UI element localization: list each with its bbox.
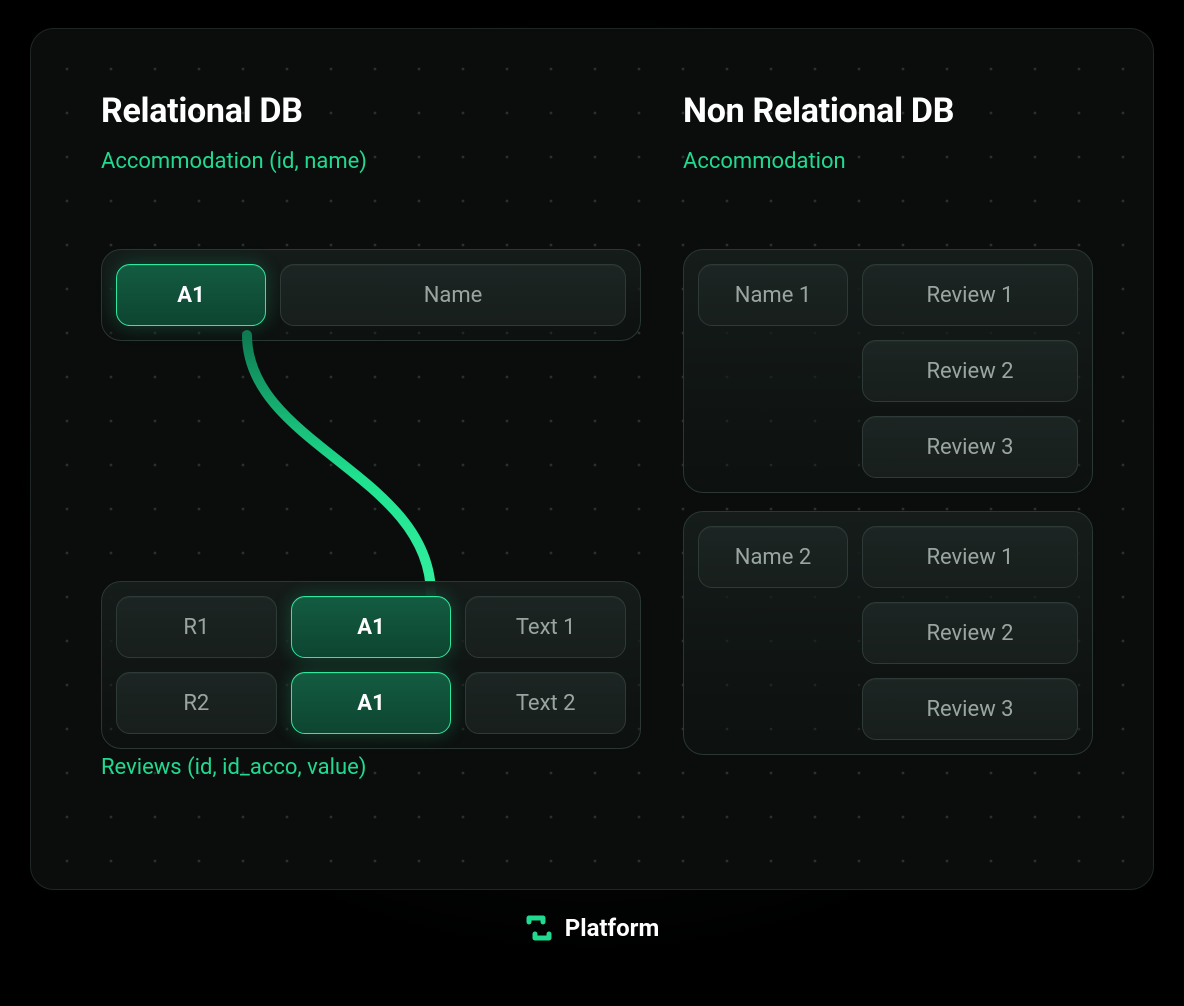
review-acco-cell: A1 [291, 596, 452, 658]
document-reviews-stack: Review 1 Review 2 Review 3 [862, 526, 1078, 740]
document-review-cell: Review 3 [862, 416, 1078, 478]
document-reviews-stack: Review 1 Review 2 Review 3 [862, 264, 1078, 478]
accommodation-id-cell: A1 [116, 264, 266, 326]
review-row: R1 A1 Text 1 [116, 596, 626, 658]
document-review-cell: Review 2 [862, 340, 1078, 402]
document-name-cell: Name 1 [698, 264, 848, 326]
relation-connector [231, 335, 531, 605]
review-row: R2 A1 Text 2 [116, 672, 626, 734]
nonrelational-section: Non Relational DB Accommodation Name 1 R… [683, 91, 1113, 196]
accommodation-table-label: Accommodation (id, name) [101, 149, 641, 174]
diagram-frame: Relational DB Accommodation (id, name) A… [0, 0, 1184, 966]
reviews-table: R1 A1 Text 1 R2 A1 Text 2 [101, 581, 641, 749]
footer-brand: Platform [565, 914, 660, 942]
platform-logo-icon [525, 914, 553, 942]
document-card: Name 2 Review 1 Review 2 Review 3 [683, 511, 1093, 755]
document-review-cell: Review 1 [862, 264, 1078, 326]
document-card: Name 1 Review 1 Review 2 Review 3 [683, 249, 1093, 493]
review-value-cell: Text 1 [465, 596, 626, 658]
document-name-cell: Name 2 [698, 526, 848, 588]
document-review-cell: Review 1 [862, 526, 1078, 588]
review-id-cell: R1 [116, 596, 277, 658]
accommodation-name-cell: Name [280, 264, 626, 326]
accommodation-table: A1 Name [101, 249, 641, 341]
reviews-table-label: Reviews (id, id_acco, value) [101, 755, 366, 780]
review-id-cell: R2 [116, 672, 277, 734]
review-acco-cell: A1 [291, 672, 452, 734]
accommodation-collection-label: Accommodation [683, 149, 1113, 174]
footer: Platform [30, 914, 1154, 942]
relational-title: Relational DB [101, 91, 641, 131]
review-value-cell: Text 2 [465, 672, 626, 734]
diagram-panel: Relational DB Accommodation (id, name) A… [30, 28, 1154, 890]
document-review-cell: Review 3 [862, 678, 1078, 740]
relational-section: Relational DB Accommodation (id, name) A… [101, 91, 641, 196]
document-review-cell: Review 2 [862, 602, 1078, 664]
nonrelational-title: Non Relational DB [683, 91, 1113, 131]
